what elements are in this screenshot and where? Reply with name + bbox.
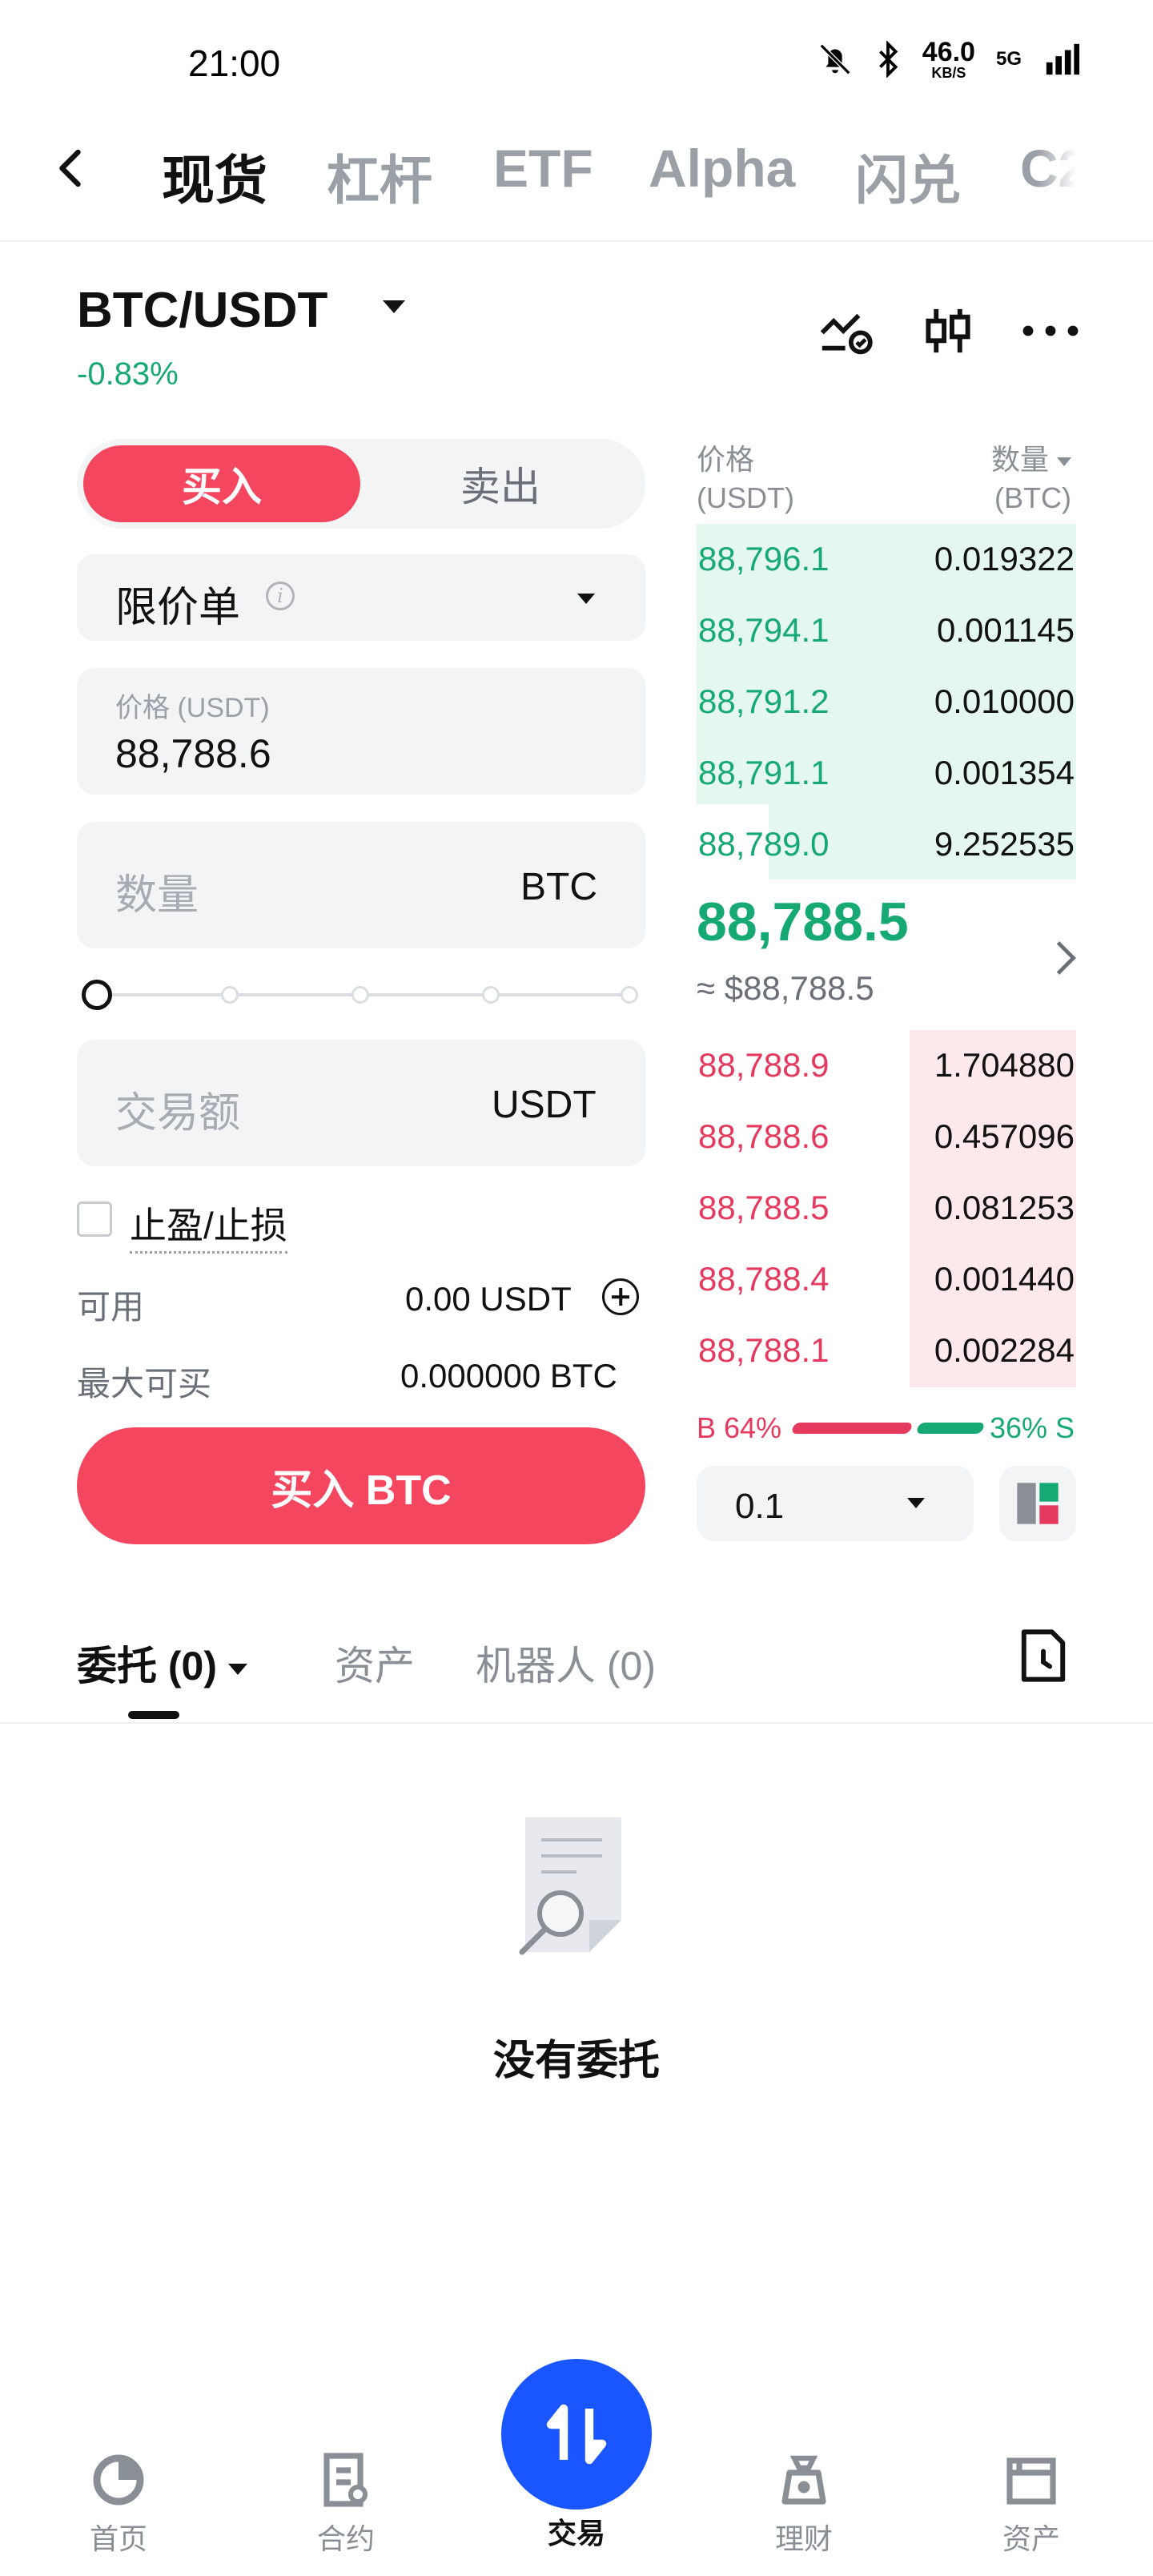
- bid-row[interactable]: 88,788.1 0.002284: [697, 1315, 1076, 1386]
- depth-dropdown-icon: [907, 1498, 925, 1508]
- slider-handle[interactable]: [82, 980, 112, 1010]
- max-buy-value: 0.000000 BTC: [400, 1357, 617, 1395]
- tab-etf[interactable]: ETF: [493, 138, 593, 199]
- amount-placeholder[interactable]: 交易额: [115, 1079, 240, 1139]
- nav-trade-button[interactable]: [501, 2359, 652, 2510]
- nav-home[interactable]: 首页: [54, 2451, 183, 2558]
- tab-alpha[interactable]: Alpha: [649, 138, 795, 199]
- tab-convert[interactable]: 闪兑: [855, 138, 961, 215]
- bid-row[interactable]: 88,788.5 0.081253: [697, 1173, 1076, 1243]
- chevron-right-icon[interactable]: [1054, 939, 1078, 977]
- available-label: 可用: [77, 1288, 145, 1326]
- price-change: -0.83%: [77, 356, 179, 392]
- buy-ratio-bar: [790, 1423, 914, 1434]
- signal-icon: [1046, 43, 1080, 75]
- ask-row[interactable]: 88,791.2 0.010000: [697, 666, 1076, 737]
- price-field-label: 价格 (USDT): [115, 693, 270, 723]
- sell-ratio-label: 36% S: [990, 1411, 1075, 1444]
- pair-dropdown-icon[interactable]: [383, 300, 405, 313]
- nav-earn[interactable]: 理财: [740, 2451, 868, 2558]
- assets-icon: [1006, 2457, 1056, 2505]
- amount-unit: USDT: [492, 1084, 597, 1126]
- quantity-unit: BTC: [520, 866, 597, 908]
- bluetooth-icon: [878, 41, 898, 78]
- tab-bots[interactable]: 机器人 (0): [476, 1634, 656, 1692]
- tab-spot[interactable]: 现货: [162, 138, 267, 215]
- trade-icon: [546, 2404, 607, 2465]
- tab-open-orders[interactable]: 委托 (0): [77, 1634, 247, 1692]
- tpsl-checkbox[interactable]: [77, 1201, 112, 1237]
- divider: [0, 1722, 1153, 1724]
- history-icon[interactable]: [1018, 1628, 1068, 1684]
- quantity-placeholder[interactable]: 数量: [115, 861, 199, 921]
- slider-mark-75[interactable]: [482, 986, 500, 1004]
- buy-submit-button[interactable]: 买入 BTC: [77, 1427, 645, 1544]
- tab-c2c[interactable]: C2: [1020, 138, 1076, 199]
- available-value: 0.00 USDT: [405, 1280, 572, 1318]
- chart-alert-icon[interactable]: [818, 304, 876, 357]
- nav-futures[interactable]: 合约: [282, 2451, 410, 2558]
- status-time: 21:00: [188, 42, 281, 84]
- candlestick-icon[interactable]: [922, 304, 974, 357]
- ob-qty-header[interactable]: 数量 (BTC): [951, 441, 1071, 517]
- ask-row[interactable]: 88,794.1 0.001145: [697, 595, 1076, 666]
- last-price-usd: ≈ $88,788.5: [697, 969, 874, 1007]
- depth-precision-value: 0.1: [735, 1487, 785, 1526]
- bid-row[interactable]: 88,788.4 0.001440: [697, 1244, 1076, 1314]
- tpsl-label[interactable]: 止盈/止损: [130, 1197, 287, 1254]
- order-type-dropdown-icon: [577, 594, 595, 604]
- ask-row[interactable]: 88,789.0 9.252535: [697, 809, 1076, 879]
- ob-price-header: 价格 (USDT): [697, 443, 794, 514]
- ask-row[interactable]: 88,791.1 0.001354: [697, 738, 1076, 808]
- mute-icon: [819, 43, 851, 75]
- slider-mark-100[interactable]: [621, 986, 638, 1004]
- last-price[interactable]: 88,788.5: [697, 891, 909, 953]
- price-input[interactable]: 88,788.6: [115, 731, 271, 777]
- active-tab-underline: [128, 1711, 179, 1719]
- status-icons: 46.0 KB/S 5G: [817, 38, 1081, 80]
- nav-trade[interactable]: 交易: [512, 2507, 641, 2552]
- more-icon[interactable]: [1020, 323, 1081, 339]
- buy-ratio-label: B 64%: [697, 1411, 782, 1444]
- buy-tab[interactable]: 买入: [83, 445, 360, 522]
- home-icon: [93, 2454, 144, 2506]
- network-type: 5G: [995, 48, 1022, 70]
- tab-assets[interactable]: 资产: [335, 1634, 415, 1692]
- empty-state-text: 没有委托: [492, 2038, 660, 2084]
- layout-icon: [1017, 1483, 1059, 1524]
- sell-ratio-bar: [915, 1423, 986, 1434]
- pair-symbol[interactable]: BTC/USDT: [77, 282, 327, 339]
- empty-search-doc-icon: [519, 1817, 621, 1955]
- sell-tab[interactable]: 卖出: [360, 445, 641, 522]
- info-icon[interactable]: i: [266, 582, 295, 610]
- bid-row[interactable]: 88,788.9 1.704880: [697, 1030, 1076, 1101]
- header-actions: [818, 304, 1081, 357]
- deposit-plus-icon[interactable]: [602, 1278, 639, 1315]
- nav-assets[interactable]: 资产: [967, 2451, 1095, 2558]
- max-buy-label: 最大可买: [77, 1365, 212, 1403]
- futures-icon: [323, 2453, 368, 2507]
- earn-icon: [781, 2455, 826, 2505]
- slider-mark-50[interactable]: [352, 986, 369, 1004]
- network-speed: 46.0 KB/S: [922, 37, 975, 81]
- back-arrow-icon[interactable]: [48, 144, 96, 192]
- slider-mark-25[interactable]: [221, 986, 239, 1004]
- tab-margin[interactable]: 杠杆: [327, 138, 432, 215]
- bid-row[interactable]: 88,788.6 0.457096: [697, 1101, 1076, 1172]
- orderbook-layout-button[interactable]: [999, 1466, 1076, 1541]
- order-type-label: 限价单: [115, 585, 241, 631]
- ask-row[interactable]: 88,796.1 0.019322: [697, 524, 1076, 594]
